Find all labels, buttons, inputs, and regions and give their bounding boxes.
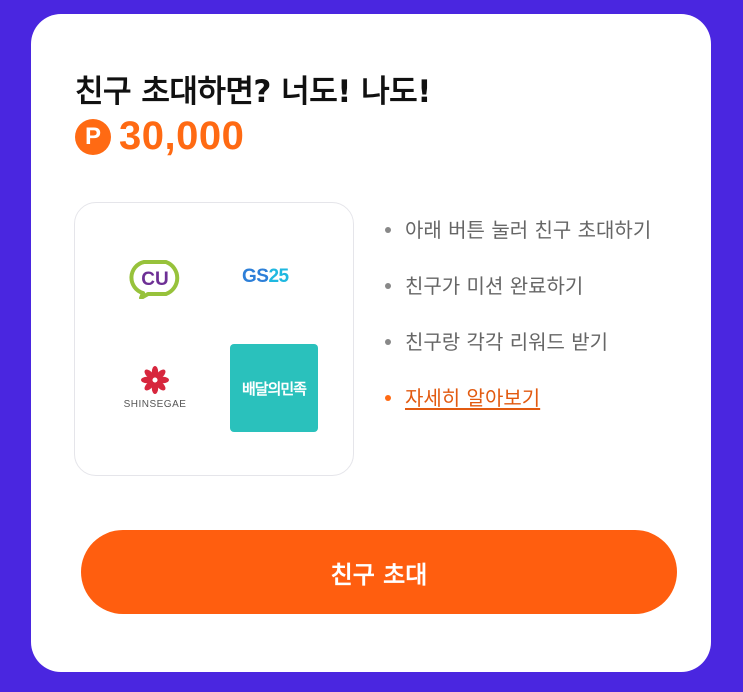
baemin-logo: 배달의민족	[230, 344, 318, 432]
cu-logo: CU	[124, 259, 186, 300]
learn-more-item: 자세히 알아보기	[383, 382, 683, 414]
step-item: 친구가 미션 완료하기	[383, 270, 683, 302]
shinsegae-logo: SHINSEGAE	[119, 365, 191, 410]
cu-logo-text: CU	[141, 269, 168, 290]
partner-logo-box: CU GS25 SHINSEGAE 배달의민족	[74, 202, 354, 476]
reward-amount-row: P 30,000	[75, 114, 244, 159]
invite-title: 친구 초대하면? 너도! 나도!	[75, 74, 431, 110]
gs25-logo-text: GS	[242, 266, 269, 287]
shinsegae-flower-icon	[141, 366, 169, 394]
learn-more-link[interactable]: 자세히 알아보기	[405, 386, 540, 410]
point-icon: P	[75, 118, 111, 155]
baemin-logo-text: 배달의민족	[241, 379, 307, 398]
step-item: 아래 버튼 눌러 친구 초대하기	[383, 214, 683, 246]
gs25-logo: GS25	[242, 266, 289, 288]
invite-card: 친구 초대하면? 너도! 나도! P 30,000 CU GS25 SHINSE…	[31, 14, 711, 672]
invite-friend-button[interactable]: 친구 초대	[81, 530, 677, 614]
reward-amount: 30,000	[119, 114, 245, 158]
gs25-logo-number: 25	[268, 266, 289, 287]
invite-steps-list: 아래 버튼 눌러 친구 초대하기 친구가 미션 완료하기 친구랑 각각 리워드 …	[383, 214, 683, 438]
step-item: 친구랑 각각 리워드 받기	[383, 326, 683, 358]
shinsegae-logo-text: SHINSEGAE	[123, 399, 187, 410]
